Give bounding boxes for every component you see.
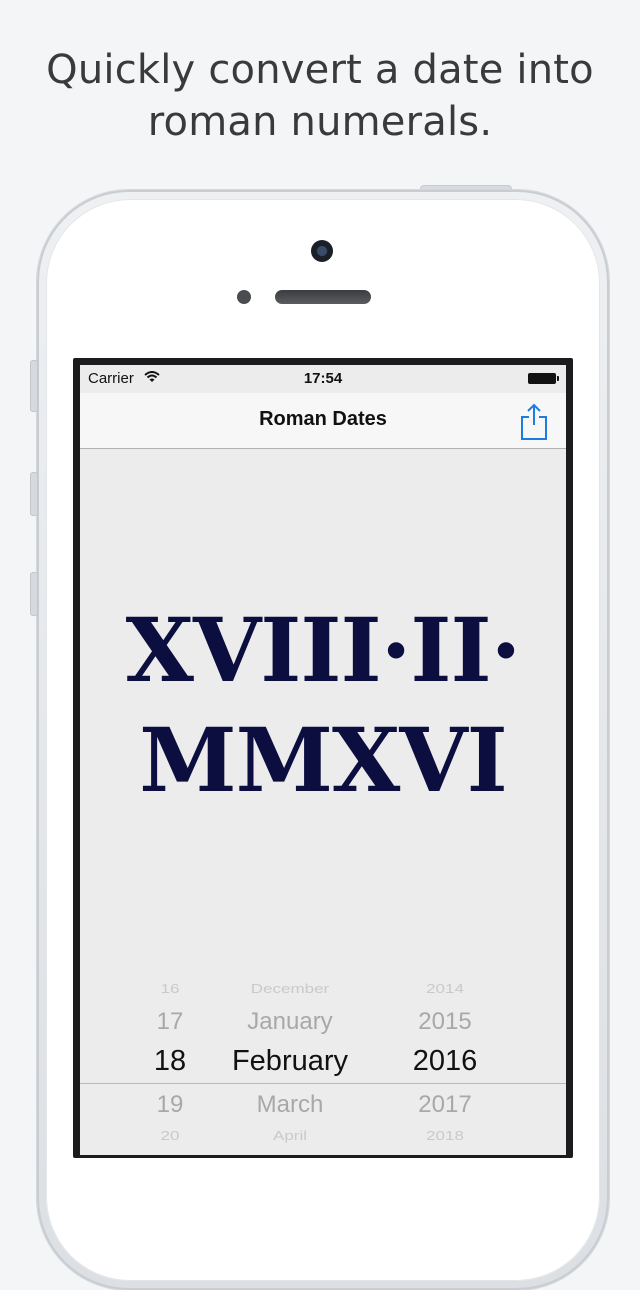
picker-month-option[interactable]: January <box>220 1008 360 1036</box>
volume-down-button <box>30 572 38 616</box>
status-time: 17:54 <box>303 370 343 387</box>
roman-numeral-day-month: XVIII·II· <box>125 598 522 702</box>
headline: Quickly convert a date into roman numera… <box>0 44 640 148</box>
picker-day-selected[interactable]: 18 <box>140 1045 200 1078</box>
status-bar: Carrier 17:54 <box>80 365 566 393</box>
picker-day-option[interactable]: 19 <box>140 1091 200 1119</box>
roman-numeral-date: XVIII·II· MMXVI <box>80 595 566 815</box>
picker-month-selected[interactable]: February <box>220 1045 360 1078</box>
picker-year-option[interactable]: 2014 <box>405 982 485 997</box>
picker-year-column[interactable]: 2014 2015 2016 2017 2018 <box>405 965 485 1155</box>
picker-month-column[interactable]: December January February March April <box>220 965 360 1155</box>
picker-day-option[interactable]: 17 <box>140 1008 200 1036</box>
picker-day-column[interactable]: 16 17 18 19 20 <box>140 965 200 1155</box>
picker-year-selected[interactable]: 2016 <box>405 1045 485 1078</box>
picker-day-option[interactable]: 20 <box>140 1129 200 1144</box>
picker-year-option[interactable]: 2015 <box>405 1008 485 1036</box>
app-display: Carrier 17:54 Roman Dates XVIII·II· MMXV… <box>80 365 566 1155</box>
headline-line-1: Quickly convert a date into <box>46 47 594 93</box>
picker-month-option[interactable]: April <box>220 1129 360 1144</box>
navigation-bar: Roman Dates <box>80 393 566 449</box>
picker-month-option[interactable]: December <box>220 982 360 997</box>
battery-icon <box>528 373 559 384</box>
date-picker[interactable]: 16 17 18 19 20 December January February… <box>80 965 566 1155</box>
front-camera <box>311 240 333 262</box>
picker-year-option[interactable]: 2018 <box>405 1129 485 1144</box>
share-icon[interactable] <box>518 401 550 441</box>
proximity-sensor <box>237 290 251 304</box>
picker-year-option[interactable]: 2017 <box>405 1091 485 1119</box>
roman-numeral-year: MMXVI <box>139 708 508 812</box>
picker-month-option[interactable]: March <box>220 1091 360 1119</box>
earpiece-speaker <box>275 290 371 304</box>
volume-up-button <box>30 472 38 516</box>
mute-switch <box>30 360 38 412</box>
nav-title: Roman Dates <box>259 408 387 430</box>
picker-day-option[interactable]: 16 <box>140 982 200 997</box>
headline-line-2: roman numerals. <box>147 99 493 145</box>
